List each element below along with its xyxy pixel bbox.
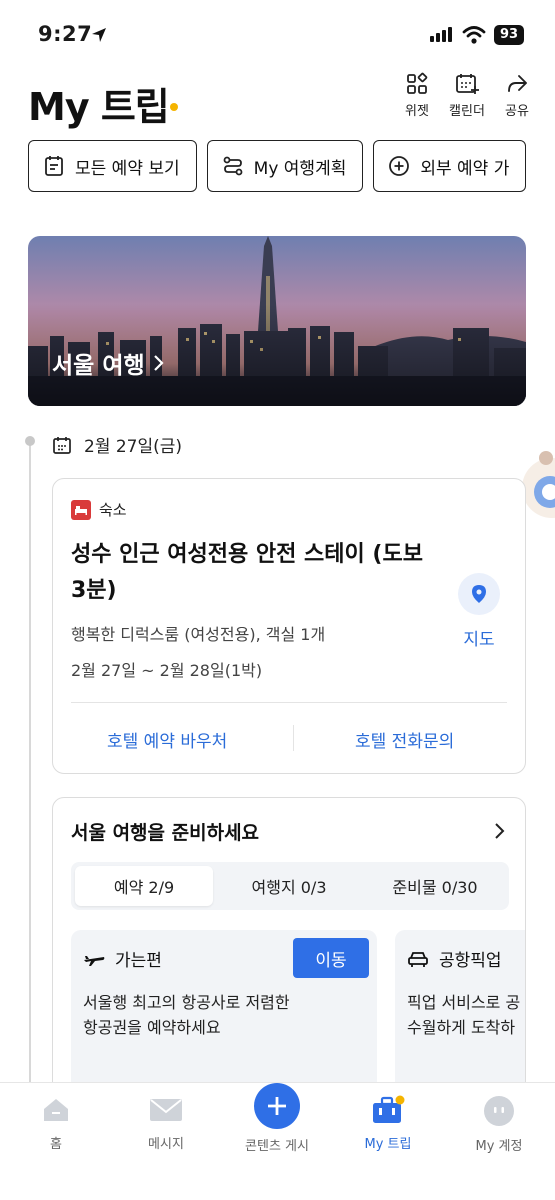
hotel-voucher-link[interactable]: 호텔 예약 바우처 (107, 727, 227, 752)
signal-icon (430, 27, 452, 42)
airport-pickup-desc: 픽업 서비스로 공 수월하게 도착하 (407, 993, 521, 1037)
calendar-add-icon (456, 74, 479, 94)
accommodation-name: 성수 인근 여성전용 안전 스테이 (도보 3분) (71, 542, 423, 603)
title-dot (170, 103, 178, 111)
car-icon (408, 951, 428, 967)
page-title: My 트립 (28, 85, 170, 129)
calendar-button[interactable]: 캘린더 (447, 72, 487, 119)
clipboard-icon (45, 156, 63, 176)
nav-home[interactable]: 홈 (6, 1095, 106, 1152)
nav-my-trip[interactable]: My 트립 (338, 1095, 438, 1152)
tab-destinations[interactable]: 여행지 0/3 (217, 866, 361, 906)
bottom-navigation: 홈 메시지 콘텐츠 게시 My 트립 My 계정 (0, 1082, 555, 1200)
hotel-phone-link[interactable]: 호텔 전화문의 (355, 727, 454, 752)
move-button[interactable]: 이동 (293, 938, 369, 978)
header-actions: 위젯 캘린더 공유 (397, 72, 537, 119)
external-booking-label: 외부 예약 가 (420, 158, 510, 179)
widget-label: 위젯 (405, 104, 429, 119)
my-plan-label: My 여행계획 (253, 158, 347, 179)
plus-circle-icon (389, 156, 410, 176)
share-label: 공유 (505, 104, 529, 119)
share-button[interactable]: 공유 (497, 72, 537, 119)
banner-title: 서울 여행 (52, 346, 165, 380)
battery-indicator: 93 (494, 25, 524, 45)
timeline-dot (25, 436, 35, 446)
timeline-date-label: 2월 27일(금) (84, 437, 183, 457)
map-label: 지도 (463, 630, 495, 650)
room-info: 행복한 디럭스룸 (여성전용), 객실 1개 (71, 625, 326, 644)
airport-pickup-title: 공항픽업 (439, 951, 502, 971)
plus-icon (254, 1083, 300, 1129)
stay-dates: 2월 27일 ~ 2월 28일(1박) (71, 661, 263, 680)
airport-pickup-header: 공항픽업 (407, 946, 502, 971)
prepare-title[interactable]: 서울 여행을 준비하세요 (71, 818, 259, 845)
bed-icon (71, 499, 91, 520)
nav-post-content[interactable]: 콘텐츠 게시 (227, 1083, 327, 1154)
trip-banner[interactable]: 서울 여행 (28, 236, 526, 406)
chevron-right-icon (153, 355, 164, 371)
calendar-icon (53, 436, 71, 454)
route-icon (223, 156, 243, 176)
profile-icon (484, 1096, 514, 1126)
widget-button[interactable]: 위젯 (397, 72, 437, 119)
map-pin-icon (458, 573, 500, 615)
prepare-tabs: 예약 2/9 여행지 0/3 준비물 0/30 (71, 862, 509, 910)
chevron-right-icon[interactable] (493, 822, 505, 840)
vertical-divider (293, 725, 294, 751)
wifi-icon (462, 26, 486, 44)
status-time: 9:27 (38, 22, 93, 46)
external-booking-chip[interactable]: 외부 예약 가 (373, 140, 527, 192)
share-icon (508, 75, 527, 92)
outbound-flight-card[interactable]: 가는편 이동 서울행 최고의 항공사로 저렴한 항공권을 예약하세요 (71, 930, 377, 1096)
suitcase-icon (373, 1095, 405, 1123)
prepare-trip-card: 서울 여행을 준비하세요 예약 2/9 여행지 0/3 준비물 0/30 가는편… (52, 797, 526, 1097)
nav-home-label: 홈 (50, 1137, 62, 1152)
nav-my-account-label: My 계정 (475, 1139, 523, 1154)
status-bar: 9:27 93 (0, 0, 555, 70)
tab-bookings[interactable]: 예약 2/9 (75, 866, 213, 906)
outbound-flight-title: 가는편 (115, 951, 162, 971)
accommodation-card[interactable]: 숙소 성수 인근 여성전용 안전 스테이 (도보 3분) 행복한 디럭스룸 (여… (52, 478, 526, 774)
timeline-date: 2월 27일(금) (52, 432, 182, 457)
airplane-icon (84, 955, 105, 966)
map-button[interactable]: 지도 (455, 573, 503, 650)
timeline-line (29, 444, 31, 1084)
calendar-label: 캘린더 (449, 104, 485, 119)
tab-checklist[interactable]: 준비물 0/30 (365, 866, 505, 906)
seoul-skyline-image (28, 236, 526, 406)
nav-my-trip-label: My 트립 (364, 1137, 412, 1152)
category-row: 숙소 (71, 499, 127, 520)
outbound-flight-header: 가는편 (83, 946, 162, 971)
nav-messages-label: 메시지 (148, 1137, 184, 1152)
all-bookings-label: 모든 예약 보기 (75, 158, 180, 179)
home-icon (44, 1099, 68, 1121)
quick-action-chips: 모든 예약 보기 My 여행계획 외부 예약 가 (28, 140, 555, 194)
nav-my-account[interactable]: My 계정 (449, 1095, 549, 1154)
airport-pickup-card[interactable]: 공항픽업 픽업 서비스로 공 수월하게 도착하 (395, 930, 525, 1096)
my-plan-chip[interactable]: My 여행계획 (206, 140, 364, 192)
all-bookings-chip[interactable]: 모든 예약 보기 (28, 140, 197, 192)
category-label: 숙소 (99, 501, 127, 519)
mail-icon (150, 1099, 182, 1121)
outbound-flight-desc: 서울행 최고의 항공사로 저렴한 항공권을 예약하세요 (83, 993, 290, 1037)
banner-title-text: 서울 여행 (52, 353, 145, 379)
nav-messages[interactable]: 메시지 (116, 1095, 216, 1152)
nav-post-label: 콘텐츠 게시 (245, 1139, 309, 1154)
location-arrow-icon (92, 28, 106, 42)
widget-icon (407, 72, 428, 94)
divider (71, 702, 507, 703)
